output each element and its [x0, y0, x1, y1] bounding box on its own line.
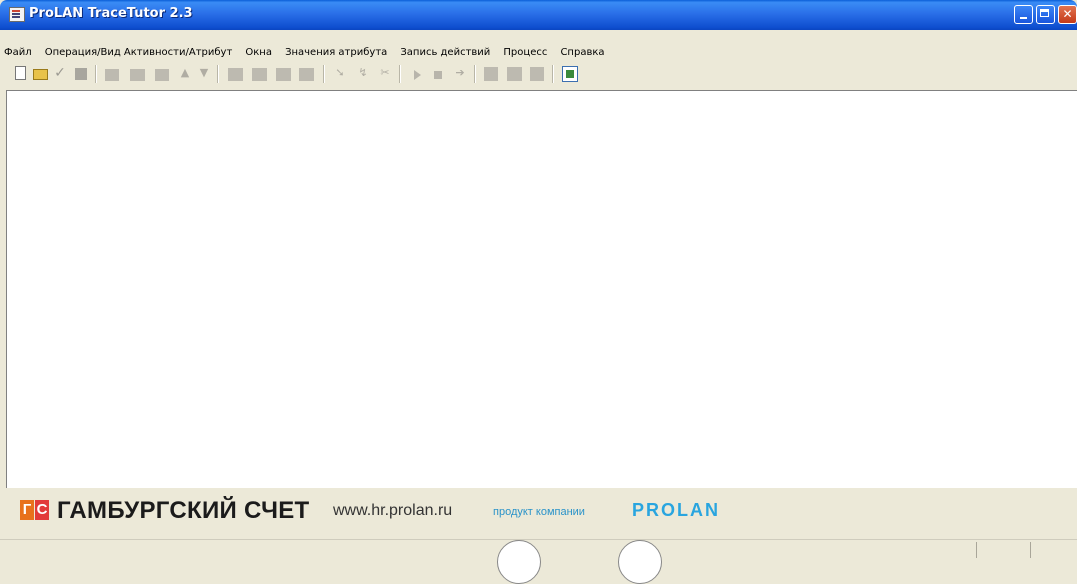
- decorative-circle: [497, 540, 541, 584]
- table-remove-icon[interactable]: [299, 68, 314, 81]
- logo-box-red: С: [35, 500, 49, 520]
- cursor-icon[interactable]: ➘: [332, 65, 348, 81]
- move-up-icon[interactable]: ▲: [177, 65, 193, 81]
- move-down-icon[interactable]: ▼: [196, 65, 212, 81]
- menu-windows[interactable]: Окна: [241, 43, 276, 63]
- workspace-area[interactable]: [6, 90, 1077, 488]
- website-link[interactable]: www.hr.prolan.ru: [333, 502, 452, 520]
- toolbar-separator: [217, 65, 219, 83]
- toolbar-separator: [323, 65, 325, 83]
- next-icon[interactable]: ➔: [452, 65, 468, 81]
- link-icon[interactable]: ↯: [355, 65, 371, 81]
- folder-icon[interactable]: [105, 69, 119, 81]
- new-document-icon[interactable]: [15, 66, 26, 80]
- menu-help[interactable]: Справка: [556, 43, 608, 63]
- menu-process[interactable]: Процесс: [499, 43, 551, 63]
- minimize-button[interactable]: [1014, 5, 1033, 24]
- company-banner: Г С ГАМБУРГСКИЙ СЧЕТ www.hr.prolan.ru пр…: [0, 488, 1077, 538]
- stop-square-icon[interactable]: [75, 68, 87, 80]
- table-edit-icon[interactable]: [276, 68, 291, 81]
- toolbar: ✓ ▲ ▼ ➘ ↯ ✂ ➔: [0, 62, 1077, 88]
- check-icon[interactable]: ✓: [53, 65, 67, 81]
- status-cell: [976, 542, 1029, 558]
- logo-box-orange: Г: [20, 500, 34, 520]
- close-icon: ✕: [1062, 7, 1073, 21]
- brand-name: ГАМБУРГСКИЙ СЧЕТ: [57, 497, 310, 524]
- toolbar-separator: [95, 65, 97, 83]
- stop-icon[interactable]: [434, 71, 442, 79]
- cut-icon[interactable]: ✂: [377, 65, 393, 81]
- decorative-circle: [618, 540, 662, 584]
- company-logo: PROLAN: [632, 500, 720, 520]
- folder-add-icon[interactable]: [130, 69, 145, 81]
- export-icon[interactable]: [562, 66, 578, 82]
- play-icon[interactable]: [414, 70, 421, 80]
- maximize-button[interactable]: [1036, 5, 1055, 24]
- logo-letter: С: [36, 501, 48, 518]
- table-icon[interactable]: [228, 68, 243, 81]
- maximize-icon: [1040, 9, 1049, 17]
- product-caption: продукт компании: [493, 506, 585, 518]
- close-button[interactable]: ✕: [1058, 5, 1077, 24]
- report-icon[interactable]: [484, 67, 498, 81]
- menu-operation[interactable]: Операция/Вид Активности/Атрибут: [41, 43, 237, 63]
- toolbar-separator: [552, 65, 554, 83]
- toolbar-separator: [474, 65, 476, 83]
- window-title: ProLAN TraceTutor 2.3: [29, 6, 193, 21]
- open-folder-icon[interactable]: [33, 69, 48, 80]
- title-bar: ProLAN TraceTutor 2.3 ✕: [0, 0, 1077, 30]
- menu-attribute-values[interactable]: Значения атрибута: [281, 43, 391, 63]
- minimize-icon: [1020, 17, 1027, 19]
- folder-edit-icon[interactable]: [155, 69, 169, 81]
- table-add-icon[interactable]: [252, 68, 267, 81]
- toolbar-separator: [399, 65, 401, 83]
- report-remove-icon[interactable]: [530, 67, 544, 81]
- logo-letter: Г: [22, 501, 32, 518]
- menu-bar: Файл Операция/Вид Активности/Атрибут Окн…: [0, 40, 1077, 60]
- menu-file[interactable]: Файл: [0, 43, 36, 63]
- status-cell: [1030, 542, 1077, 558]
- app-icon: [9, 7, 25, 22]
- menu-record-actions[interactable]: Запись действий: [396, 43, 494, 63]
- report-add-icon[interactable]: [507, 67, 522, 81]
